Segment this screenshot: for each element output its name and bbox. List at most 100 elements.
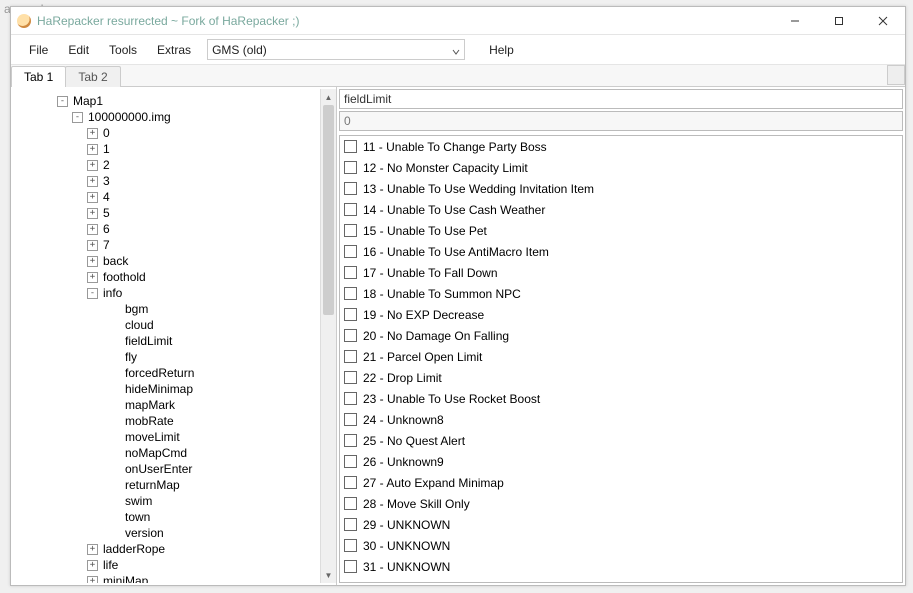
tree-leaf-cloud[interactable]: cloud [17,317,320,333]
menu-file[interactable]: File [19,39,58,61]
checkbox-icon[interactable] [344,182,357,195]
tree-leaf-mobRate[interactable]: mobRate [17,413,320,429]
flag-item[interactable]: 24 - Unknown8 [340,409,902,430]
checkbox-icon[interactable] [344,539,357,552]
menu-extras[interactable]: Extras [147,39,201,61]
flag-item[interactable]: 11 - Unable To Change Party Boss [340,136,902,157]
tree-node-6-label: 6 [102,221,111,237]
property-value-field[interactable]: 0 [339,111,903,131]
tree-node-4[interactable]: +4 [17,189,320,205]
tree-node-5[interactable]: +5 [17,205,320,221]
tree-leaf-forcedReturn[interactable]: forcedReturn [17,365,320,381]
tree-node-7[interactable]: +7 [17,237,320,253]
checkbox-icon[interactable] [344,497,357,510]
checkbox-icon[interactable] [344,287,357,300]
flag-item[interactable]: 30 - UNKNOWN [340,535,902,556]
tab-0[interactable]: Tab 1 [11,66,66,87]
flag-item[interactable]: 29 - UNKNOWN [340,514,902,535]
flag-item[interactable]: 12 - No Monster Capacity Limit [340,157,902,178]
flag-item[interactable]: 28 - Move Skill Only [340,493,902,514]
tree-leaf-mapMark[interactable]: mapMark [17,397,320,413]
tree-leaf-returnMap[interactable]: returnMap [17,477,320,493]
flag-item[interactable]: 21 - Parcel Open Limit [340,346,902,367]
tree-leaf-noMapCmd-label: noMapCmd [124,445,188,461]
checkbox-icon[interactable] [344,245,357,258]
tree-leaf-returnMap-label: returnMap [124,477,181,493]
menu-tools[interactable]: Tools [99,39,147,61]
maximize-button[interactable] [817,7,861,35]
flag-item[interactable]: 17 - Unable To Fall Down [340,262,902,283]
tree-node-miniMap[interactable]: +miniMap [17,573,320,583]
checkbox-icon[interactable] [344,140,357,153]
property-name-field[interactable]: fieldLimit [339,89,903,109]
tree-node-foothold[interactable]: +foothold [17,269,320,285]
flag-label: 26 - Unknown9 [363,455,444,469]
flag-item[interactable]: 31 - UNKNOWN [340,556,902,577]
flag-item[interactable]: 14 - Unable To Use Cash Weather [340,199,902,220]
tree-leaf-mapMark-label: mapMark [124,397,176,413]
flag-item[interactable]: 20 - No Damage On Falling [340,325,902,346]
tree-leaf-swim[interactable]: swim [17,493,320,509]
tree-node-0[interactable]: +0 [17,125,320,141]
tree-node-life[interactable]: +life [17,557,320,573]
checkbox-icon[interactable] [344,434,357,447]
scroll-up-icon[interactable]: ▲ [321,89,336,105]
tabstrip-overflow[interactable] [887,65,905,85]
tree-img[interactable]: -100000000.img [17,109,320,125]
menu-edit[interactable]: Edit [58,39,99,61]
flag-item[interactable]: 13 - Unable To Use Wedding Invitation It… [340,178,902,199]
flag-item[interactable]: 27 - Auto Expand Minimap [340,472,902,493]
flag-item[interactable]: 23 - Unable To Use Rocket Boost [340,388,902,409]
tree-leaf-town[interactable]: town [17,509,320,525]
checkbox-icon[interactable] [344,455,357,468]
tree-node-2[interactable]: +2 [17,157,320,173]
tree-node-1[interactable]: +1 [17,141,320,157]
checkbox-icon[interactable] [344,350,357,363]
tree-leaf-noMapCmd[interactable]: noMapCmd [17,445,320,461]
tree-view[interactable]: -Map1-100000000.img+0+1+2+3+4+5+6+7+back… [13,89,320,583]
tree-node-3[interactable]: +3 [17,173,320,189]
close-button[interactable] [861,7,905,35]
flag-item[interactable]: 26 - Unknown9 [340,451,902,472]
checkbox-icon[interactable] [344,224,357,237]
checkbox-icon[interactable] [344,161,357,174]
flag-item[interactable]: 19 - No EXP Decrease [340,304,902,325]
flag-item[interactable]: 22 - Drop Limit [340,367,902,388]
checkbox-icon[interactable] [344,371,357,384]
checkbox-icon[interactable] [344,560,357,573]
tree-node-6[interactable]: +6 [17,221,320,237]
tree-leaf-fieldLimit[interactable]: fieldLimit [17,333,320,349]
tree-leaf-bgm[interactable]: bgm [17,301,320,317]
checkbox-icon[interactable] [344,266,357,279]
flag-label: 16 - Unable To Use AntiMacro Item [363,245,549,259]
tree-leaf-fly[interactable]: fly [17,349,320,365]
version-combo[interactable]: GMS (old) [207,39,465,60]
tree-node-back[interactable]: +back [17,253,320,269]
minimize-button[interactable] [773,7,817,35]
flag-item[interactable]: 15 - Unable To Use Pet [340,220,902,241]
tree-root[interactable]: -Map1 [17,93,320,109]
checkbox-icon[interactable] [344,518,357,531]
tree-node-1-label: 1 [102,141,111,157]
flag-label: 19 - No EXP Decrease [363,308,484,322]
flag-item[interactable]: 18 - Unable To Summon NPC [340,283,902,304]
checkbox-icon[interactable] [344,413,357,426]
tree-node-info[interactable]: -info [17,285,320,301]
checkbox-icon[interactable] [344,203,357,216]
flag-item[interactable]: 25 - No Quest Alert [340,430,902,451]
tree-scrollbar[interactable]: ▲ ▼ [320,89,336,583]
checkbox-icon[interactable] [344,476,357,489]
checkbox-icon[interactable] [344,308,357,321]
tree-leaf-hideMinimap[interactable]: hideMinimap [17,381,320,397]
checkbox-icon[interactable] [344,329,357,342]
menu-help[interactable]: Help [479,39,524,61]
tree-leaf-onUserEnter[interactable]: onUserEnter [17,461,320,477]
checkbox-icon[interactable] [344,392,357,405]
tab-1[interactable]: Tab 2 [65,66,120,87]
scroll-thumb[interactable] [323,105,334,315]
flag-item[interactable]: 16 - Unable To Use AntiMacro Item [340,241,902,262]
tree-node-ladderRope[interactable]: +ladderRope [17,541,320,557]
tree-leaf-moveLimit[interactable]: moveLimit [17,429,320,445]
scroll-down-icon[interactable]: ▼ [321,567,336,583]
tree-leaf-version[interactable]: version [17,525,320,541]
